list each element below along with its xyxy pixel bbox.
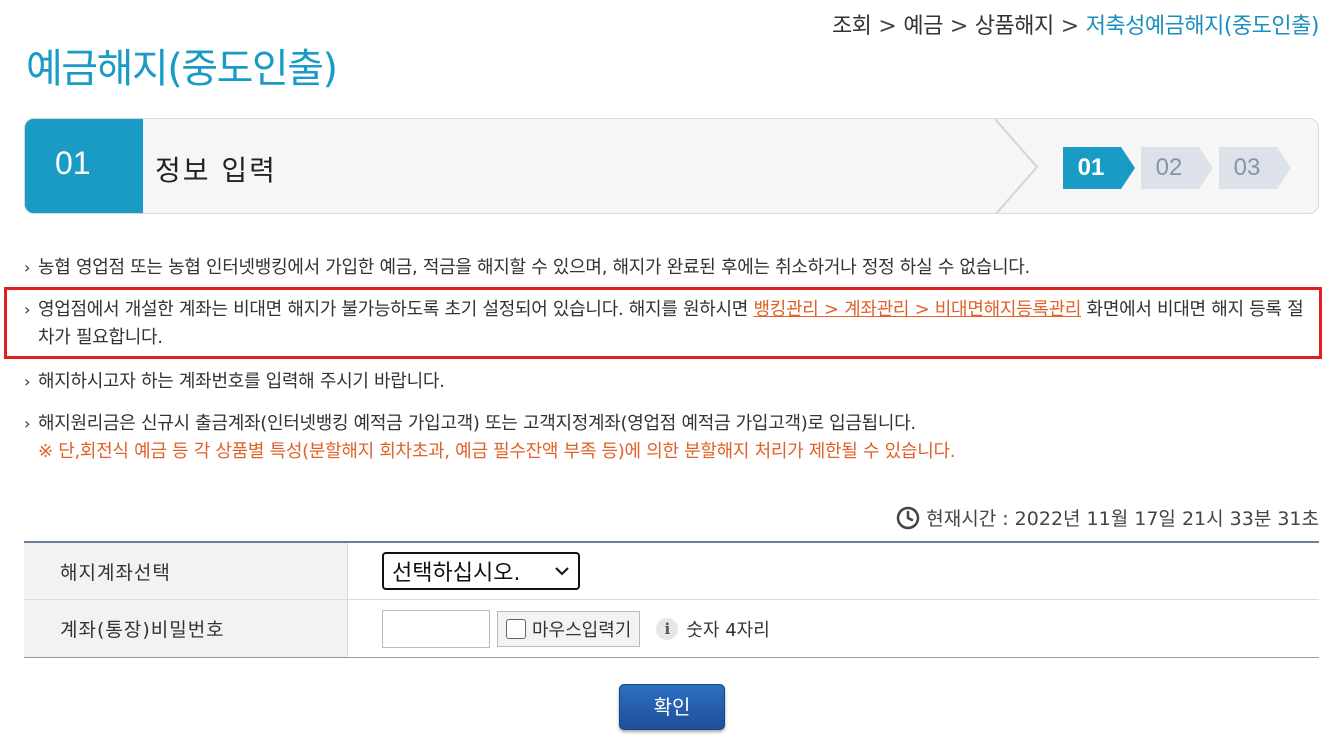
current-time: 현재시간 : 2022년 11월 17일 21시 33분 31초 (896, 504, 1319, 531)
current-step-title: 정보 입력 (155, 154, 277, 187)
breadcrumb-separator: > (878, 14, 897, 39)
notice-text: 영업점에서 개설한 계좌는 비대면 해지가 불가능하도록 초기 설정되어 있습니… (38, 299, 754, 320)
breadcrumb-separator: > (1060, 14, 1079, 39)
chevron-right-icon: › (24, 414, 31, 433)
breadcrumb: 조회 > 예금 > 상품해지 > 저축성예금해지(중도인출) (832, 8, 1320, 40)
chevron-right-icon: › (24, 300, 31, 319)
breadcrumb-item-inquiry[interactable]: 조회 (832, 14, 872, 39)
breadcrumb-item-deposit[interactable]: 예금 (903, 14, 943, 39)
breadcrumb-current: 저축성예금해지(중도인출) (1085, 14, 1320, 39)
notice-text: 해지하시고자 하는 계좌번호를 입력해 주시기 바랍니다. (38, 371, 445, 392)
page-title: 예금해지(중도인출) (26, 46, 338, 92)
chevron-right-icon: › (24, 372, 31, 391)
password-input[interactable] (382, 609, 490, 648)
form-row-password: 계좌(통장)비밀번호 마우스입력기 i 숫자 4자리 (24, 600, 1319, 657)
step-02: 02 (1141, 147, 1213, 189)
chevron-down-icon (555, 567, 569, 576)
password-hint: 숫자 4자리 (686, 619, 770, 641)
notice-item: › 농협 영업점 또는 농협 인터넷뱅킹에서 가입한 예금, 적금을 해지할 수… (24, 254, 1030, 282)
mouse-input-label: 마우스입력기 (532, 619, 632, 641)
account-select-value: 선택하십시오. (392, 561, 521, 586)
account-select[interactable]: 선택하십시오. (382, 552, 580, 590)
step-03: 03 (1219, 147, 1291, 189)
mouse-input-checkbox[interactable] (506, 618, 526, 639)
step-bar: 01 정보 입력 01 02 03 (24, 118, 1319, 214)
form-row-account: 해지계좌선택 선택하십시오. (24, 543, 1319, 600)
password-cell: 마우스입력기 i 숫자 4자리 (348, 600, 1319, 657)
breadcrumb-separator: > (949, 14, 968, 39)
notice-warning: ※ 단,회전식 예금 등 각 상품별 특성(분할해지 회차초과, 예금 필수잔액… (38, 441, 956, 462)
step-02-label: 02 (1155, 154, 1183, 181)
step-03-label: 03 (1233, 154, 1261, 181)
account-select-cell: 선택하십시오. (348, 543, 1319, 599)
account-select-label: 해지계좌선택 (24, 543, 348, 599)
info-icon: i (656, 617, 679, 640)
clock-icon (897, 506, 920, 529)
current-step-arrow-bg (25, 119, 143, 213)
chevron-right-icon: › (24, 258, 31, 277)
notice-item: › 해지원리금은 신규시 출금계좌(인터넷뱅킹 예적금 가입고객) 또는 고객지… (24, 410, 955, 466)
breadcrumb-item-product-cancel[interactable]: 상품해지 (975, 14, 1054, 39)
notice-text: 농협 영업점 또는 농협 인터넷뱅킹에서 가입한 예금, 적금을 해지할 수 있… (38, 257, 1030, 278)
notice-item: › 영업점에서 개설한 계좌는 비대면 해지가 불가능하도록 초기 설정되어 있… (24, 296, 1308, 352)
cancel-form: 해지계좌선택 선택하십시오. 계좌(통장)비밀번호 마우스입력기 i 숫자 4자… (24, 541, 1319, 658)
password-label: 계좌(통장)비밀번호 (24, 600, 348, 657)
notice-item: › 해지하시고자 하는 계좌번호를 입력해 주시기 바랍니다. (24, 368, 445, 396)
noncontact-cancel-registration-link[interactable]: 뱅킹관리 > 계좌관리 > 비대면해지등록관리 (753, 299, 1081, 320)
mouse-input-toggle[interactable]: 마우스입력기 (497, 610, 641, 647)
current-time-text: 현재시간 : 2022년 11월 17일 21시 33분 31초 (926, 508, 1319, 530)
step-01: 01 (1063, 147, 1135, 189)
current-step-number: 01 (55, 145, 91, 181)
step-divider (995, 119, 1039, 213)
confirm-button[interactable]: 확인 (619, 684, 725, 730)
step-01-label: 01 (1077, 154, 1105, 181)
notice-text: 해지원리금은 신규시 출금계좌(인터넷뱅킹 예적금 가입고객) 또는 고객지정계… (38, 413, 916, 434)
